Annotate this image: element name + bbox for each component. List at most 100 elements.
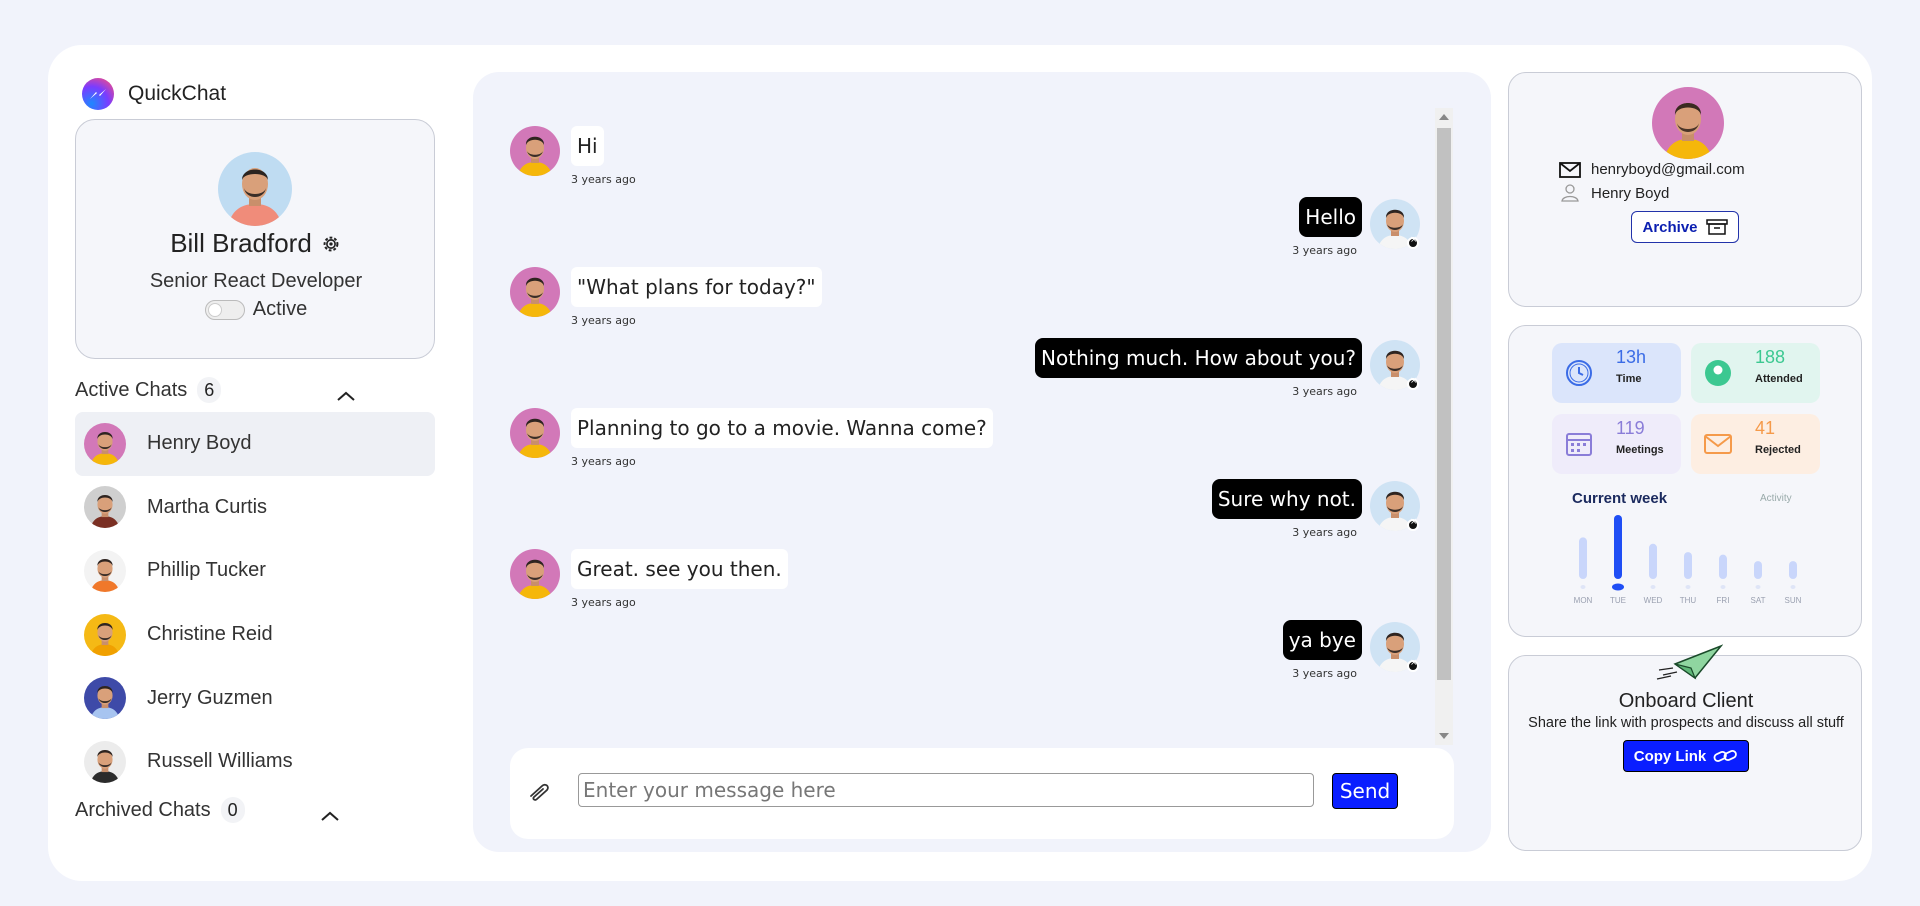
week-day-label: SUN: [1785, 596, 1802, 605]
outgoing-message: ya bye 3 years ago: [510, 619, 1420, 682]
week-bar: [1614, 515, 1622, 579]
stat-value: 119: [1616, 418, 1645, 438]
stat-value: 13h: [1616, 347, 1647, 367]
chat-avatar: [84, 486, 126, 529]
gear-icon[interactable]: [320, 233, 342, 255]
week-day-label: WED: [1644, 596, 1663, 605]
chat-list-item[interactable]: Jerry Guzmen: [75, 666, 435, 730]
collapse-archived-chevron-icon[interactable]: [320, 809, 340, 823]
week-day-label: THU: [1680, 596, 1697, 605]
chat-avatar: [84, 613, 126, 656]
outgoing-message: Sure why not. 3 years ago: [510, 478, 1420, 541]
stat-label: Attended: [1755, 373, 1803, 385]
stat-value: 41: [1755, 418, 1776, 438]
week-bar-marker: [1720, 585, 1726, 589]
contact-name: Henry Boyd: [1591, 184, 1670, 202]
copy-link-label: Copy Link: [1633, 747, 1707, 765]
copy-link-button[interactable]: Copy Link: [1623, 740, 1749, 772]
onboard-card: Onboard Client Share the link with prosp…: [1508, 644, 1862, 851]
chat-name: Christine Reid: [147, 623, 273, 646]
message-input[interactable]: [578, 773, 1314, 807]
week-subtitle: Activity: [1760, 493, 1792, 504]
status-dot-icon: [1407, 235, 1419, 249]
chat-list-item[interactable]: Russell Williams: [75, 730, 435, 794]
archive-box-icon: [1705, 219, 1728, 235]
messenger-logo-icon: [82, 78, 114, 110]
message-bubble: Hello: [1299, 196, 1362, 237]
collapse-active-chevron-icon[interactable]: [336, 389, 356, 403]
week-day-label: TUE: [1610, 596, 1626, 605]
message-timestamp: 3 years ago: [571, 173, 636, 186]
chat-list-item[interactable]: Henry Boyd: [75, 412, 435, 476]
message-list[interactable]: Hi3 years agoHello3 years ago"What plans…: [510, 108, 1420, 745]
chat-list-item[interactable]: Martha Curtis: [75, 476, 435, 540]
scroll-up-arrow-icon[interactable]: [1439, 114, 1449, 120]
week-day-label: SAT: [1751, 596, 1766, 605]
message-timestamp: 3 years ago: [1292, 384, 1357, 398]
outgoing-message: Nothing much. How about you? 3 years ago: [510, 337, 1420, 400]
paperclip-icon[interactable]: [527, 782, 555, 804]
week-bar: [1579, 537, 1587, 579]
status-label: Active: [252, 298, 308, 320]
message-bubble: Nothing much. How about you?: [1035, 337, 1362, 378]
stat-tile: 41 Rejected: [1691, 414, 1820, 474]
week-bar: [1649, 543, 1657, 579]
week-day-label: FRI: [1717, 596, 1730, 605]
chat-name: Phillip Tucker: [147, 559, 266, 582]
message-avatar: [510, 267, 560, 317]
message-timestamp: 3 years ago: [571, 455, 636, 468]
week-day-label: MON: [1574, 596, 1593, 605]
week-bar: [1684, 552, 1692, 579]
user-icon: [1561, 184, 1579, 202]
status-dot-icon: [1407, 658, 1419, 672]
active-chats-title: Active Chats: [75, 378, 188, 401]
active-chats-header: Active Chats 6: [75, 375, 375, 405]
week-bar-marker: [1580, 585, 1586, 589]
chat-name: Russell Williams: [147, 750, 293, 773]
week-bar: [1754, 561, 1762, 579]
message-avatar: [510, 408, 560, 458]
contact-avatar: [1652, 87, 1724, 159]
scroll-thumb[interactable]: [1437, 128, 1451, 680]
calendar-icon: [1564, 429, 1594, 459]
week-title: Current week: [1572, 490, 1668, 507]
message-bubble: Planning to go to a movie. Wanna come?: [571, 408, 993, 448]
chat-avatar: [84, 677, 126, 720]
contact-card: henryboyd@gmail.com Henry Boyd Archive: [1508, 72, 1862, 307]
scroll-down-arrow-icon[interactable]: [1439, 733, 1449, 739]
message-bubble: Sure why not.: [1211, 478, 1362, 519]
stat-label: Time: [1616, 373, 1642, 385]
mail-icon: [1703, 429, 1733, 459]
active-status-toggle[interactable]: [204, 299, 245, 320]
week-bar-marker: [1612, 583, 1624, 591]
app-name: QuickChat: [128, 82, 227, 105]
onboard-title: Onboard Client: [1618, 690, 1754, 712]
conversation-panel: Hi3 years agoHello3 years ago"What plans…: [473, 72, 1491, 852]
week-bar-marker: [1790, 585, 1796, 589]
onboard-description: Share the link with prospects and discus…: [1528, 715, 1844, 731]
user-check-icon: [1703, 358, 1733, 388]
status-dot-icon: [1407, 517, 1419, 531]
profile-avatar: [218, 152, 292, 226]
stat-tile: 119 Meetings: [1552, 414, 1681, 474]
chat-list-item[interactable]: Phillip Tucker: [75, 539, 435, 603]
message-timestamp: 3 years ago: [571, 314, 636, 327]
stats-card: 13h Time 188 Attended 119 Meetings 41 Rejected …: [1508, 325, 1862, 637]
archived-chats-count: 0: [220, 797, 245, 823]
week-bar: [1719, 554, 1727, 579]
message-bubble: "What plans for today?": [571, 267, 822, 307]
week-bar-marker: [1755, 585, 1761, 589]
send-button[interactable]: Send: [1332, 773, 1398, 809]
stat-tile: 188 Attended: [1691, 343, 1820, 403]
archive-button[interactable]: Archive: [1631, 211, 1739, 243]
week-bar-marker: [1650, 585, 1656, 589]
week-bar-marker: [1685, 585, 1691, 589]
message-scrollbar[interactable]: [1435, 108, 1453, 745]
incoming-message: Great. see you then. 3 years ago: [510, 549, 1420, 611]
stat-label: Rejected: [1755, 444, 1801, 456]
chat-list-item[interactable]: Christine Reid: [75, 603, 435, 667]
message-composer: Send: [510, 748, 1454, 839]
profile-role: Senior React Developer: [149, 270, 363, 292]
active-chat-list: Henry Boyd Martha Curtis Phillip Tucker Chr…: [75, 412, 435, 794]
chat-avatar: [84, 549, 126, 592]
